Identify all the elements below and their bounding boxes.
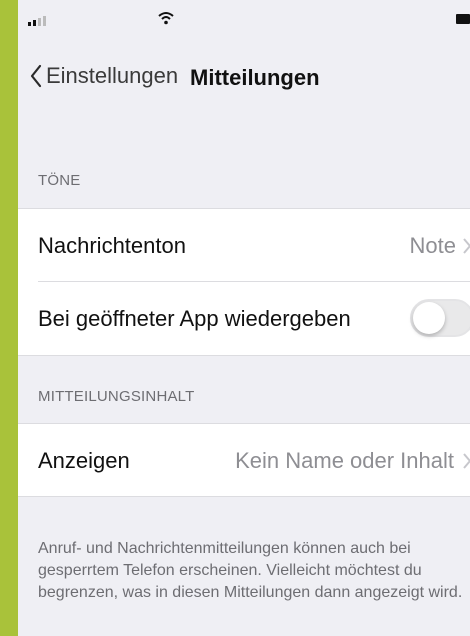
section-header-mitteilungsinhalt: MITTEILUNGSINHALT: [38, 388, 195, 405]
settings-screen: Einstellungen Mitteilungen TÖNE Nachrich…: [18, 0, 470, 636]
footer-note: Anruf- und Nachrichtenmitteilungen könne…: [38, 540, 463, 601]
row-bei-geoeffneter-app: Bei geöffneter App wiedergeben: [18, 282, 470, 354]
navigation-bar: Einstellungen Mitteilungen: [18, 55, 470, 99]
section-header-toene: TÖNE: [38, 172, 81, 189]
chevron-right-icon: [463, 453, 470, 469]
toene-group: Nachrichtenton Note Bei geöffneter App w…: [18, 208, 470, 356]
row-value: Kein Name oder Inhalt: [235, 448, 454, 473]
chevron-right-icon: [463, 238, 470, 254]
battery-icon: [456, 14, 470, 24]
back-button[interactable]: Einstellungen: [30, 63, 178, 89]
row-nachrichtenton[interactable]: Nachrichtenton Note: [18, 209, 470, 281]
wifi-icon: [158, 12, 174, 25]
row-label: Anzeigen: [38, 448, 130, 473]
row-label: Bei geöffneter App wiedergeben: [38, 306, 351, 331]
status-bar: [18, 0, 470, 40]
toggle-knob: [413, 302, 445, 334]
row-anzeigen[interactable]: Anzeigen Kein Name oder Inhalt: [18, 423, 470, 497]
row-label: Nachrichtenton: [38, 233, 186, 258]
back-button-label: Einstellungen: [46, 63, 179, 88]
toggle-switch[interactable]: [410, 299, 470, 337]
page-title: Mitteilungen: [190, 65, 320, 90]
row-value: Note: [409, 233, 456, 258]
chevron-left-icon: [30, 64, 42, 88]
cellular-signal-icon: [28, 16, 46, 26]
